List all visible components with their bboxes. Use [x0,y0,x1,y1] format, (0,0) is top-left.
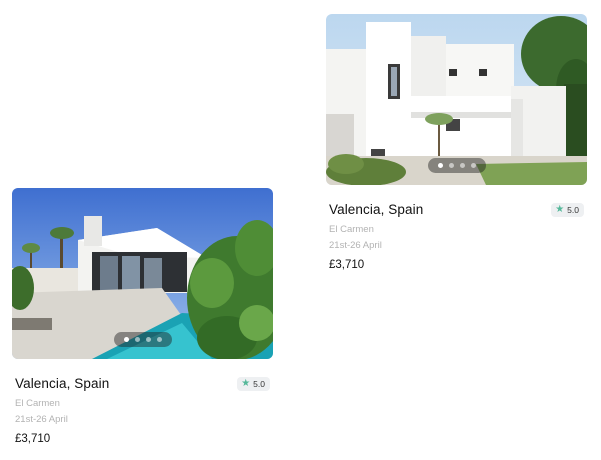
listing-price: £3,710 [15,433,51,445]
listing-card[interactable]: Valencia, Spain ★ 5.0 El Carmen 21st-26 … [326,14,587,271]
listing-info: Valencia, Spain ★ 5.0 El Carmen 21st-26 … [12,376,273,445]
rating-value: 5.0 [567,204,579,215]
listing-photo[interactable] [326,14,587,185]
listing-info: Valencia, Spain ★ 5.0 El Carmen 21st-26 … [326,202,587,271]
rating-value: 5.0 [253,378,265,389]
carousel-pager [427,158,486,173]
carousel-dot[interactable] [459,163,465,168]
listing-dates: 21st-26 April [329,240,382,251]
rating-badge: ★ 5.0 [237,376,270,391]
carousel-dot[interactable] [448,163,454,168]
carousel-dot[interactable] [123,337,129,342]
carousel-dot[interactable] [145,337,151,342]
carousel-pager [113,332,172,347]
listing-title: Valencia, Spain [329,202,424,217]
star-icon: ★ [555,203,565,215]
listing-photo[interactable] [12,188,273,359]
carousel-dot[interactable] [134,337,140,342]
listing-neighborhood: El Carmen [15,398,60,409]
listing-dates: 21st-26 April [15,414,68,425]
carousel-dot[interactable] [470,163,476,168]
listing-neighborhood: El Carmen [329,224,374,235]
listing-title: Valencia, Spain [15,376,110,391]
star-icon: ★ [241,377,251,389]
listing-card[interactable]: Valencia, Spain ★ 5.0 El Carmen 21st-26 … [12,188,273,445]
carousel-dot[interactable] [437,163,443,168]
carousel-dot[interactable] [156,337,162,342]
rating-badge: ★ 5.0 [551,202,584,217]
listing-price: £3,710 [329,259,365,271]
